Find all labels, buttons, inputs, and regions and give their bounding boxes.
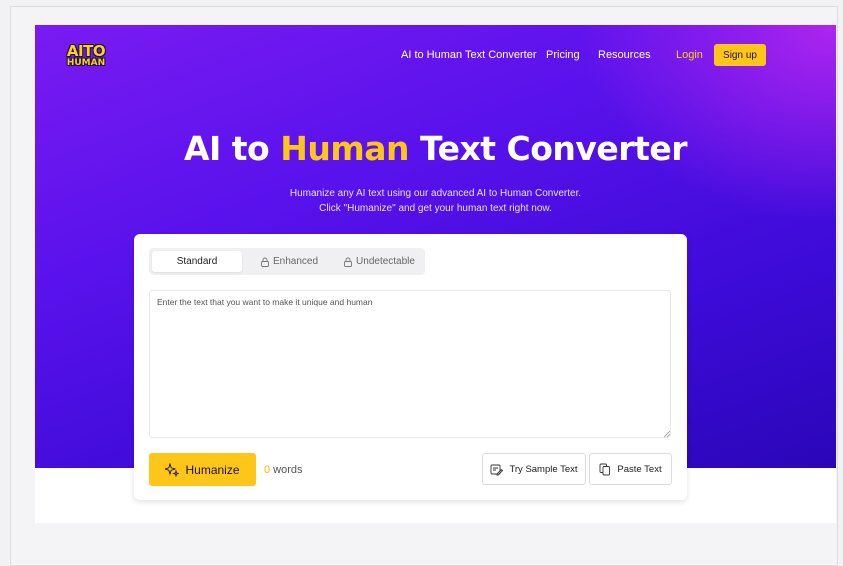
- login-link[interactable]: Login: [676, 49, 703, 61]
- paste-text-label: Paste Text: [617, 463, 662, 475]
- title-part-1: AI to: [183, 129, 281, 168]
- humanize-label: Humanize: [185, 462, 240, 477]
- tab-standard-label: Standard: [176, 256, 218, 267]
- paste-text-button[interactable]: Paste Text: [589, 453, 672, 485]
- nav-item-converter[interactable]: AI to Human Text Converter: [401, 49, 537, 61]
- text-input[interactable]: [149, 290, 671, 438]
- signup-button[interactable]: Sign up: [714, 44, 766, 66]
- title-highlight: Human: [280, 129, 409, 168]
- browser-frame: AITO HUMAN AI to Human Text Converter Pr…: [10, 6, 838, 566]
- tab-enhanced[interactable]: Enhanced: [244, 251, 334, 272]
- tab-undetectable-label: Undetectable: [356, 256, 415, 267]
- lock-icon: [344, 257, 352, 267]
- subtitle-line-1: Humanize any AI text using our advanced …: [289, 188, 582, 199]
- tab-enhanced-label: Enhanced: [272, 256, 319, 267]
- paste-icon: [599, 463, 611, 475]
- page: AITO HUMAN AI to Human Text Converter Pr…: [35, 25, 836, 523]
- lock-icon: [261, 257, 269, 267]
- page-subtitle: Humanize any AI text using our advanced …: [35, 186, 836, 216]
- word-count: 0 words: [264, 464, 303, 476]
- try-sample-button[interactable]: Try Sample Text: [482, 453, 586, 485]
- tab-undetectable[interactable]: Undetectable: [336, 251, 422, 272]
- nav-item-pricing[interactable]: Pricing: [546, 49, 580, 61]
- nav-item-resources[interactable]: Resources: [598, 49, 651, 61]
- word-count-label: words: [270, 464, 303, 476]
- converter-card: Standard Enhanced Undetectable Enter the…: [134, 234, 687, 500]
- mode-tabs: Standard Enhanced Undetectable: [149, 248, 425, 275]
- subtitle-line-2: Click "Humanize" and get your human text…: [319, 203, 552, 214]
- page-title: AI to Human Text Converter: [35, 129, 836, 168]
- try-sample-label: Try Sample Text: [509, 463, 578, 475]
- tab-standard[interactable]: Standard: [152, 251, 242, 272]
- sparkle-icon: [165, 462, 180, 477]
- resize-handle-icon[interactable]: [664, 431, 670, 437]
- sample-text-icon: [490, 464, 504, 475]
- title-part-2: Text Converter: [408, 129, 688, 168]
- top-nav: AI to Human Text Converter Pricing Resou…: [35, 44, 836, 66]
- humanize-button[interactable]: Humanize: [149, 453, 256, 486]
